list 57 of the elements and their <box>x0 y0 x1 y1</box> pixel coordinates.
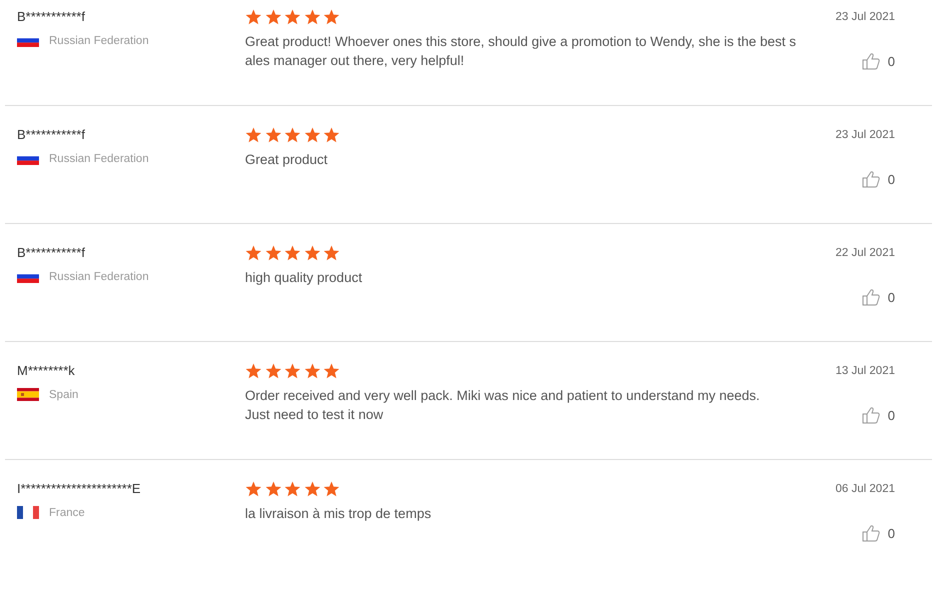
review-date: 23 Jul 2021 <box>836 128 895 143</box>
star-icon <box>323 127 340 143</box>
star-icon <box>284 363 301 379</box>
reviewer-name: B***********f <box>17 127 86 143</box>
star-icon <box>284 245 301 261</box>
star-icon <box>304 481 320 497</box>
star-icon <box>245 481 262 497</box>
star-icon <box>304 245 320 261</box>
reviewer-name: I**********************E <box>17 481 142 497</box>
star-icon <box>264 127 282 143</box>
star-icon <box>264 481 282 497</box>
star-icon <box>323 245 340 261</box>
country-name: Russian Federation <box>49 152 149 164</box>
thumbs-up-icon[interactable] <box>862 52 880 70</box>
review-date: 13 Jul 2021 <box>836 364 895 379</box>
thumbs-up-icon[interactable] <box>862 524 880 542</box>
star-icon <box>284 481 301 497</box>
thumbs-up-icon[interactable] <box>862 288 880 306</box>
star-icon <box>264 363 282 379</box>
review-text: Great product! Whoever ones this store, should give a promotion to Wendy, she is the best sales manager out there, very helpful! <box>245 33 798 70</box>
star-icon <box>264 245 282 261</box>
star-icon <box>323 363 340 379</box>
thumbs-up-icon[interactable] <box>862 406 880 424</box>
country-name: France <box>49 506 85 518</box>
star-icon <box>245 9 262 25</box>
review-date: 23 Jul 2021 <box>836 10 895 25</box>
flag-icon <box>17 506 39 519</box>
like-count: 0 <box>888 172 895 186</box>
thumbs-up-icon[interactable] <box>862 170 880 188</box>
star-icon <box>304 9 320 25</box>
review-text: la livraison à mis trop de temps <box>245 505 432 523</box>
review-date: 06 Jul 2021 <box>836 482 895 497</box>
review-date: 22 Jul 2021 <box>836 246 895 261</box>
review-text: high quality product <box>245 269 364 287</box>
like-count: 0 <box>888 526 895 540</box>
flag-icon <box>17 388 39 401</box>
star-icon <box>245 127 262 143</box>
reviewer-name: B***********f <box>17 9 86 25</box>
star-icon <box>304 363 320 379</box>
review-text: Great product <box>245 151 329 169</box>
star-icon <box>264 9 282 25</box>
reviewer-name: M********k <box>17 363 76 379</box>
star-icon <box>245 363 262 379</box>
country-name: Spain <box>49 388 78 400</box>
star-icon <box>323 481 340 497</box>
like-count: 0 <box>888 54 895 68</box>
reviewer-name: B***********f <box>17 245 86 261</box>
star-icon <box>284 9 301 25</box>
country-name: Russian Federation <box>49 270 149 282</box>
review-text: Order received and very well pack. Miki was nice and patient to understand my needs. Just need to test it now <box>245 387 761 424</box>
like-count: 0 <box>888 408 895 422</box>
star-icon <box>245 245 262 261</box>
star-icon <box>304 127 320 143</box>
like-count: 0 <box>888 290 895 304</box>
star-icon <box>284 127 301 143</box>
country-name: Russian Federation <box>49 34 149 46</box>
star-icon <box>323 9 340 25</box>
